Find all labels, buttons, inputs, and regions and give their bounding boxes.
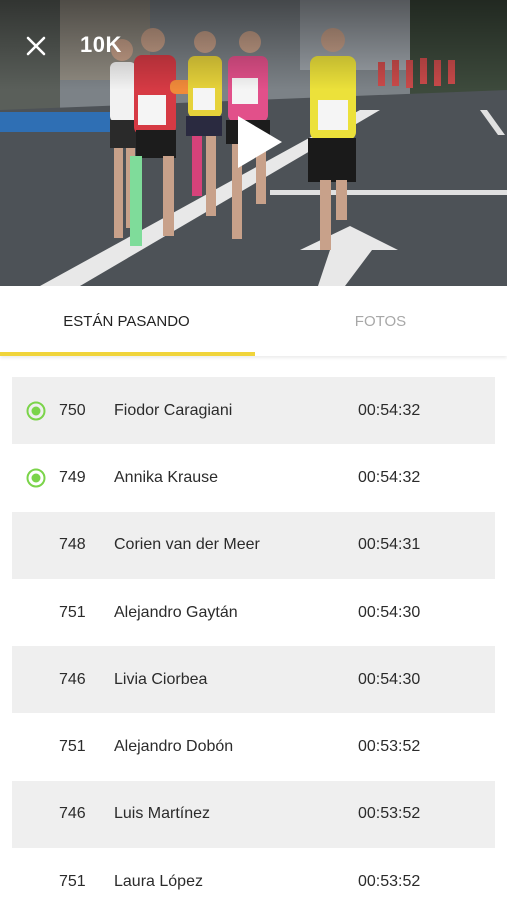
runner-name: Livia Ciorbea (114, 670, 208, 688)
runner-time: 00:53:52 (358, 738, 421, 756)
runner-time: 00:53:52 (358, 805, 421, 823)
runner-row[interactable]: 751 Alejandro Gaytán 00:54:30 (12, 579, 495, 646)
runner-row[interactable]: 751 Alejandro Dobón 00:53:52 (12, 713, 495, 780)
runner-time: 00:54:31 (358, 536, 421, 554)
close-button[interactable] (20, 30, 52, 62)
runner-row[interactable]: 749 Annika Krause 00:54:32 (12, 444, 495, 511)
runner-bib: 746 (59, 670, 86, 688)
runner-bib: 750 (59, 401, 86, 419)
play-button[interactable] (232, 112, 286, 172)
runner-row[interactable]: 746 Livia Ciorbea 00:54:30 (12, 646, 495, 714)
runner-time: 00:54:32 (358, 468, 421, 486)
video-overlay (0, 0, 507, 90)
page-title: 10K (80, 32, 122, 57)
runner-name: Corien van der Meer (114, 536, 260, 554)
runner-time: 00:54:30 (358, 603, 421, 621)
runner-bib: 751 (59, 603, 86, 621)
close-icon (26, 36, 46, 56)
active-tab-indicator (0, 352, 255, 356)
runner-time: 00:54:32 (358, 401, 421, 419)
tab-estan-pasando[interactable]: ESTÁN PASANDO (0, 286, 253, 356)
tab-bar: ESTÁN PASANDO FOTOS (0, 286, 507, 356)
runner-time: 00:54:30 (358, 670, 421, 688)
runner-list: 750 Fiodor Caragiani 00:54:32 749 Annika… (12, 377, 495, 915)
runner-row[interactable]: 751 Laura López 00:53:52 (12, 848, 495, 915)
tab-fotos[interactable]: FOTOS (254, 286, 507, 356)
runner-row[interactable]: 748 Corien van der Meer 00:54:31 (12, 511, 495, 579)
play-icon (238, 116, 282, 168)
runner-name: Alejandro Dobón (114, 738, 234, 756)
live-indicator-icon (26, 401, 46, 421)
runner-bib: 751 (59, 872, 86, 890)
runner-bib: 749 (59, 468, 86, 486)
runner-name: Laura López (114, 872, 203, 890)
runner-time: 00:53:52 (358, 872, 421, 890)
runner-bib: 748 (59, 536, 86, 554)
runner-name: Annika Krause (114, 468, 219, 486)
runner-bib: 746 (59, 805, 86, 823)
live-indicator-icon (26, 468, 46, 488)
runner-row[interactable]: 750 Fiodor Caragiani 00:54:32 (12, 377, 495, 445)
runner-name: Alejandro Gaytán (114, 603, 238, 621)
video-player[interactable]: 10K (0, 0, 507, 286)
runner-row[interactable]: 746 Luis Martínez 00:53:52 (12, 780, 495, 849)
runner-name: Luis Martínez (114, 805, 211, 823)
runner-bib: 751 (59, 738, 86, 756)
runner-name: Fiodor Caragiani (114, 401, 233, 419)
